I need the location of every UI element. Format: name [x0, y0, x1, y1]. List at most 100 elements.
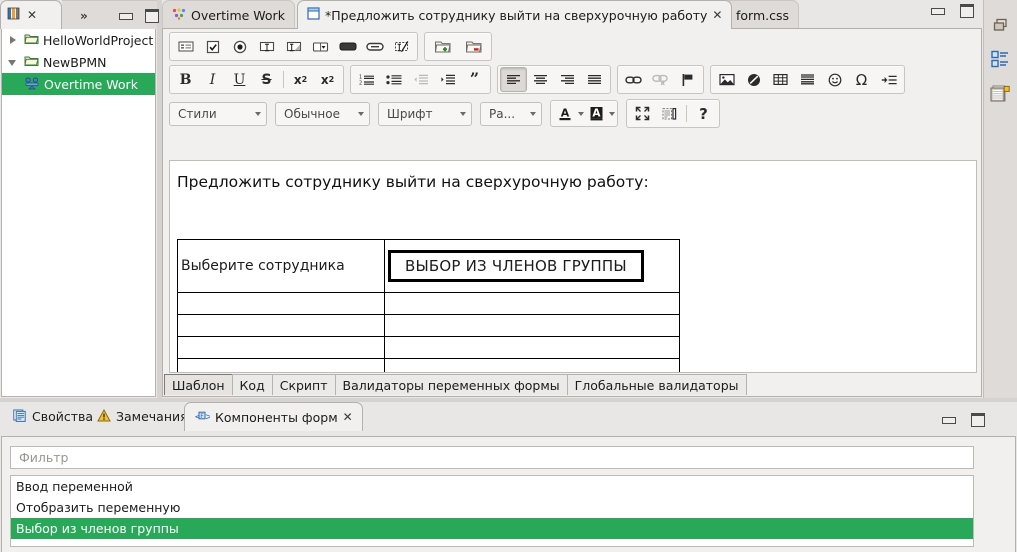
underline-icon[interactable]: U [226, 67, 253, 92]
maximize-button[interactable] [144, 9, 159, 23]
project-tree[interactable]: HelloWorldProject NewBPMN Overtime Work [1, 29, 156, 397]
format-value: Обычное [284, 106, 340, 121]
table-cell[interactable] [177, 314, 385, 337]
tab-problems[interactable]: Замечания [88, 402, 197, 431]
close-icon[interactable]: ✕ [712, 9, 722, 21]
table-cell[interactable] [177, 292, 385, 315]
tab-project-explorer[interactable]: ✕ [0, 0, 62, 29]
italic-icon[interactable]: I [199, 67, 226, 92]
text-input-icon[interactable] [253, 34, 280, 59]
chevron-down-icon[interactable] [609, 111, 615, 116]
table-row[interactable]: Выберите сотрудника ВЫБОР ИЗ ЧЛЕНОВ ГРУП… [177, 239, 680, 293]
table-cell[interactable] [384, 292, 680, 315]
pill-button-icon[interactable] [361, 34, 388, 59]
font-dropdown[interactable]: Шрифт [378, 101, 472, 126]
table-cell-widget[interactable]: ВЫБОР ИЗ ЧЛЕНОВ ГРУППЫ [384, 239, 680, 293]
background-color-icon[interactable]: A [584, 101, 608, 126]
remove-input-icon[interactable] [388, 34, 415, 59]
chevron-double-right-icon[interactable]: » [80, 9, 88, 23]
dropdown-icon[interactable] [307, 34, 334, 59]
textarea-icon[interactable] [280, 34, 307, 59]
table-cell[interactable] [384, 336, 680, 359]
editor-tab-template[interactable]: Шаблон [164, 374, 233, 395]
insert-image-icon[interactable] [713, 67, 740, 92]
blockquote-icon[interactable]: ” [461, 67, 488, 92]
form-wysiwyg-canvas[interactable]: Предложить сотруднику выйти на сверхуроч… [169, 160, 977, 373]
styles-dropdown[interactable]: Стили [169, 101, 267, 126]
close-icon[interactable]: ✕ [27, 9, 37, 21]
toolbar-group-insert: Ω [710, 65, 905, 94]
editor-tab-global-validators[interactable]: Глобальные валидаторы [566, 374, 747, 395]
table-cell[interactable] [177, 336, 385, 359]
form-components-list[interactable]: Ввод переменной Отобразить переменную Вы… [10, 475, 974, 547]
page-break-icon[interactable] [875, 67, 902, 92]
table-cell[interactable] [384, 358, 680, 372]
outline-view-icon[interactable] [984, 42, 1017, 76]
special-character-icon[interactable]: Ω [848, 67, 875, 92]
list-item-selected[interactable]: Выбор из членов группы [11, 518, 973, 539]
maximize-editor-icon[interactable] [629, 101, 656, 126]
table-row[interactable] [177, 292, 680, 315]
explorer-overflow-chevrons[interactable]: » [62, 0, 159, 30]
tree-item-newbpmn[interactable]: NewBPMN [2, 51, 155, 73]
properties-view-icon[interactable] [984, 76, 1017, 110]
font-size-dropdown[interactable]: Ра... [480, 101, 542, 126]
add-file-icon[interactable] [427, 34, 458, 59]
align-justify-icon[interactable] [581, 67, 608, 92]
radio-button-icon[interactable] [226, 34, 253, 59]
align-center-icon[interactable] [527, 67, 554, 92]
list-item[interactable]: Ввод переменной [11, 476, 973, 497]
superscript-icon[interactable]: x2 [314, 67, 341, 92]
horizontal-rule-icon[interactable] [794, 67, 821, 92]
maximize-button[interactable] [970, 413, 985, 427]
group-member-select-widget[interactable]: ВЫБОР ИЗ ЧЛЕНОВ ГРУППЫ [388, 250, 644, 282]
list-item[interactable]: Отобразить переменную [11, 497, 973, 518]
tree-item-overtime-work[interactable]: Overtime Work [2, 73, 155, 95]
minimize-button[interactable] [118, 9, 133, 22]
table-row[interactable] [177, 314, 680, 337]
input-field-icon[interactable] [172, 34, 199, 59]
form-layout-table[interactable]: Выберите сотрудника ВЫБОР ИЗ ЧЛЕНОВ ГРУП… [177, 239, 680, 372]
table-cell-label[interactable]: Выберите сотрудника [177, 239, 385, 293]
chevron-down-icon[interactable] [6, 55, 20, 69]
insert-flash-icon[interactable] [740, 67, 767, 92]
tab-form-editor[interactable]: *Предложить сотруднику выйти на сверхуро… [297, 0, 733, 29]
help-icon[interactable]: ? [690, 101, 717, 126]
tab-form-components[interactable]: < F > Компоненты форм ✕ [184, 402, 363, 431]
tree-item-helloworldproject[interactable]: HelloWorldProject [2, 29, 155, 51]
list-item[interactable] [11, 539, 973, 546]
show-blocks-icon[interactable] [656, 101, 683, 126]
table-cell[interactable] [177, 358, 385, 372]
minimize-button[interactable] [941, 413, 956, 426]
table-row[interactable] [177, 358, 680, 372]
insert-table-icon[interactable] [767, 67, 794, 92]
editor-tab-form-variable-validators[interactable]: Валидаторы переменных формы [334, 374, 568, 395]
checkbox-icon[interactable] [199, 34, 226, 59]
chevron-right-icon[interactable] [6, 33, 20, 47]
close-icon[interactable]: ✕ [343, 411, 353, 423]
editor-tab-script[interactable]: Скрипт [271, 374, 336, 395]
smiley-icon[interactable] [821, 67, 848, 92]
minimize-button[interactable] [930, 4, 945, 17]
button-icon[interactable] [334, 34, 361, 59]
bold-icon[interactable]: B [172, 67, 199, 92]
increase-indent-icon[interactable] [434, 67, 461, 92]
table-cell[interactable] [384, 314, 680, 337]
filter-input[interactable]: Фильтр [10, 446, 974, 469]
remove-file-icon[interactable] [458, 34, 489, 59]
insert-link-icon[interactable] [620, 67, 647, 92]
align-right-icon[interactable] [554, 67, 581, 92]
table-row[interactable] [177, 336, 680, 359]
restore-perspective-icon[interactable] [984, 8, 1017, 42]
align-left-icon[interactable] [500, 67, 527, 92]
anchor-flag-icon[interactable] [674, 67, 701, 92]
format-dropdown[interactable]: Обычное [275, 101, 370, 126]
text-color-icon[interactable]: A [553, 101, 577, 126]
maximize-button[interactable] [959, 4, 974, 18]
tab-overtime-work[interactable]: Overtime Work [162, 0, 295, 29]
strikethrough-icon[interactable]: S [253, 67, 280, 92]
editor-tab-code[interactable]: Код [231, 374, 273, 395]
numbered-list-icon[interactable]: 12 [353, 67, 380, 92]
bulleted-list-icon[interactable] [380, 67, 407, 92]
subscript-icon[interactable]: x2 [287, 67, 314, 92]
